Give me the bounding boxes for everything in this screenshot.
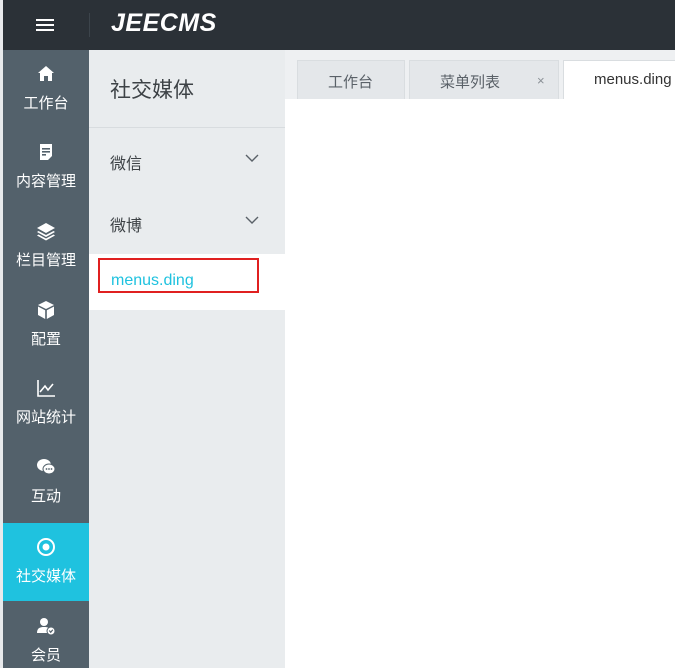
member-icon (37, 618, 56, 636)
chat-bubbles-icon (37, 459, 56, 475)
subnav-item-label: 微信 (110, 156, 143, 173)
sidebar-item-statistics[interactable]: 网站统计 (3, 364, 89, 442)
content-frame (285, 99, 675, 668)
line-chart-icon (37, 380, 55, 397)
section-divider (89, 127, 285, 128)
hamburger-menu-icon[interactable] (36, 15, 54, 35)
top-bar: JEECMS (0, 0, 675, 50)
subnav-item-wechat[interactable]: 微信 (89, 129, 285, 191)
tab-dashboard[interactable]: 工作台 (297, 60, 405, 99)
tab-label: 工作台 (328, 74, 374, 91)
sidebar-item-label: 会员 (30, 647, 61, 664)
sidebar-item-label: 互动 (30, 488, 61, 505)
tab-label: menus.ding (594, 71, 672, 88)
sidebar-item-members[interactable]: 会员 (3, 602, 89, 668)
layers-icon (37, 223, 55, 241)
close-icon[interactable]: × (537, 73, 545, 88)
target-icon (37, 538, 55, 556)
chevron-down-icon (245, 216, 259, 224)
sidebar-item-label: 网站统计 (15, 409, 76, 426)
tab-bar: 工作台 菜单列表 × menus.ding (285, 50, 675, 99)
sidebar-item-social-media[interactable]: 社交媒体 (3, 523, 89, 601)
main-sidebar: 工作台 内容管理 栏目管理 配置 网站统计 互动 社交媒体 会员 (3, 50, 89, 668)
sidebar-item-dashboard[interactable]: 工作台 (3, 50, 89, 128)
sidebar-item-label: 配置 (30, 331, 61, 348)
box-icon (38, 301, 54, 319)
sidebar-item-label: 栏目管理 (15, 252, 76, 269)
main-content: 工作台 菜单列表 × menus.ding (285, 50, 675, 668)
tab-menus-ding[interactable]: menus.ding (563, 60, 675, 99)
sub-navigation-panel: 社交媒体 微信 微博 menus.ding (89, 50, 285, 668)
sidebar-item-label: 工作台 (23, 95, 69, 112)
sidebar-item-columns[interactable]: 栏目管理 (3, 207, 89, 285)
sidebar-item-interaction[interactable]: 互动 (3, 443, 89, 521)
sidebar-item-config[interactable]: 配置 (3, 286, 89, 364)
subnav-item-label: 微博 (110, 218, 143, 235)
subnav-item-weibo[interactable]: 微博 (89, 191, 285, 253)
chevron-down-icon (245, 154, 259, 162)
sidebar-item-label: 内容管理 (15, 173, 76, 190)
section-title: 社交媒体 (110, 79, 194, 102)
sidebar-item-content[interactable]: 内容管理 (3, 128, 89, 206)
sidebar-item-label: 社交媒体 (15, 568, 76, 585)
home-icon (38, 66, 54, 81)
app-logo[interactable]: JEECMS (111, 9, 217, 38)
tab-label: 菜单列表 (440, 74, 501, 91)
header-divider (89, 13, 90, 37)
highlight-annotation-box (98, 258, 259, 293)
tab-menu-list[interactable]: 菜单列表 × (409, 60, 559, 99)
document-icon (40, 144, 52, 160)
